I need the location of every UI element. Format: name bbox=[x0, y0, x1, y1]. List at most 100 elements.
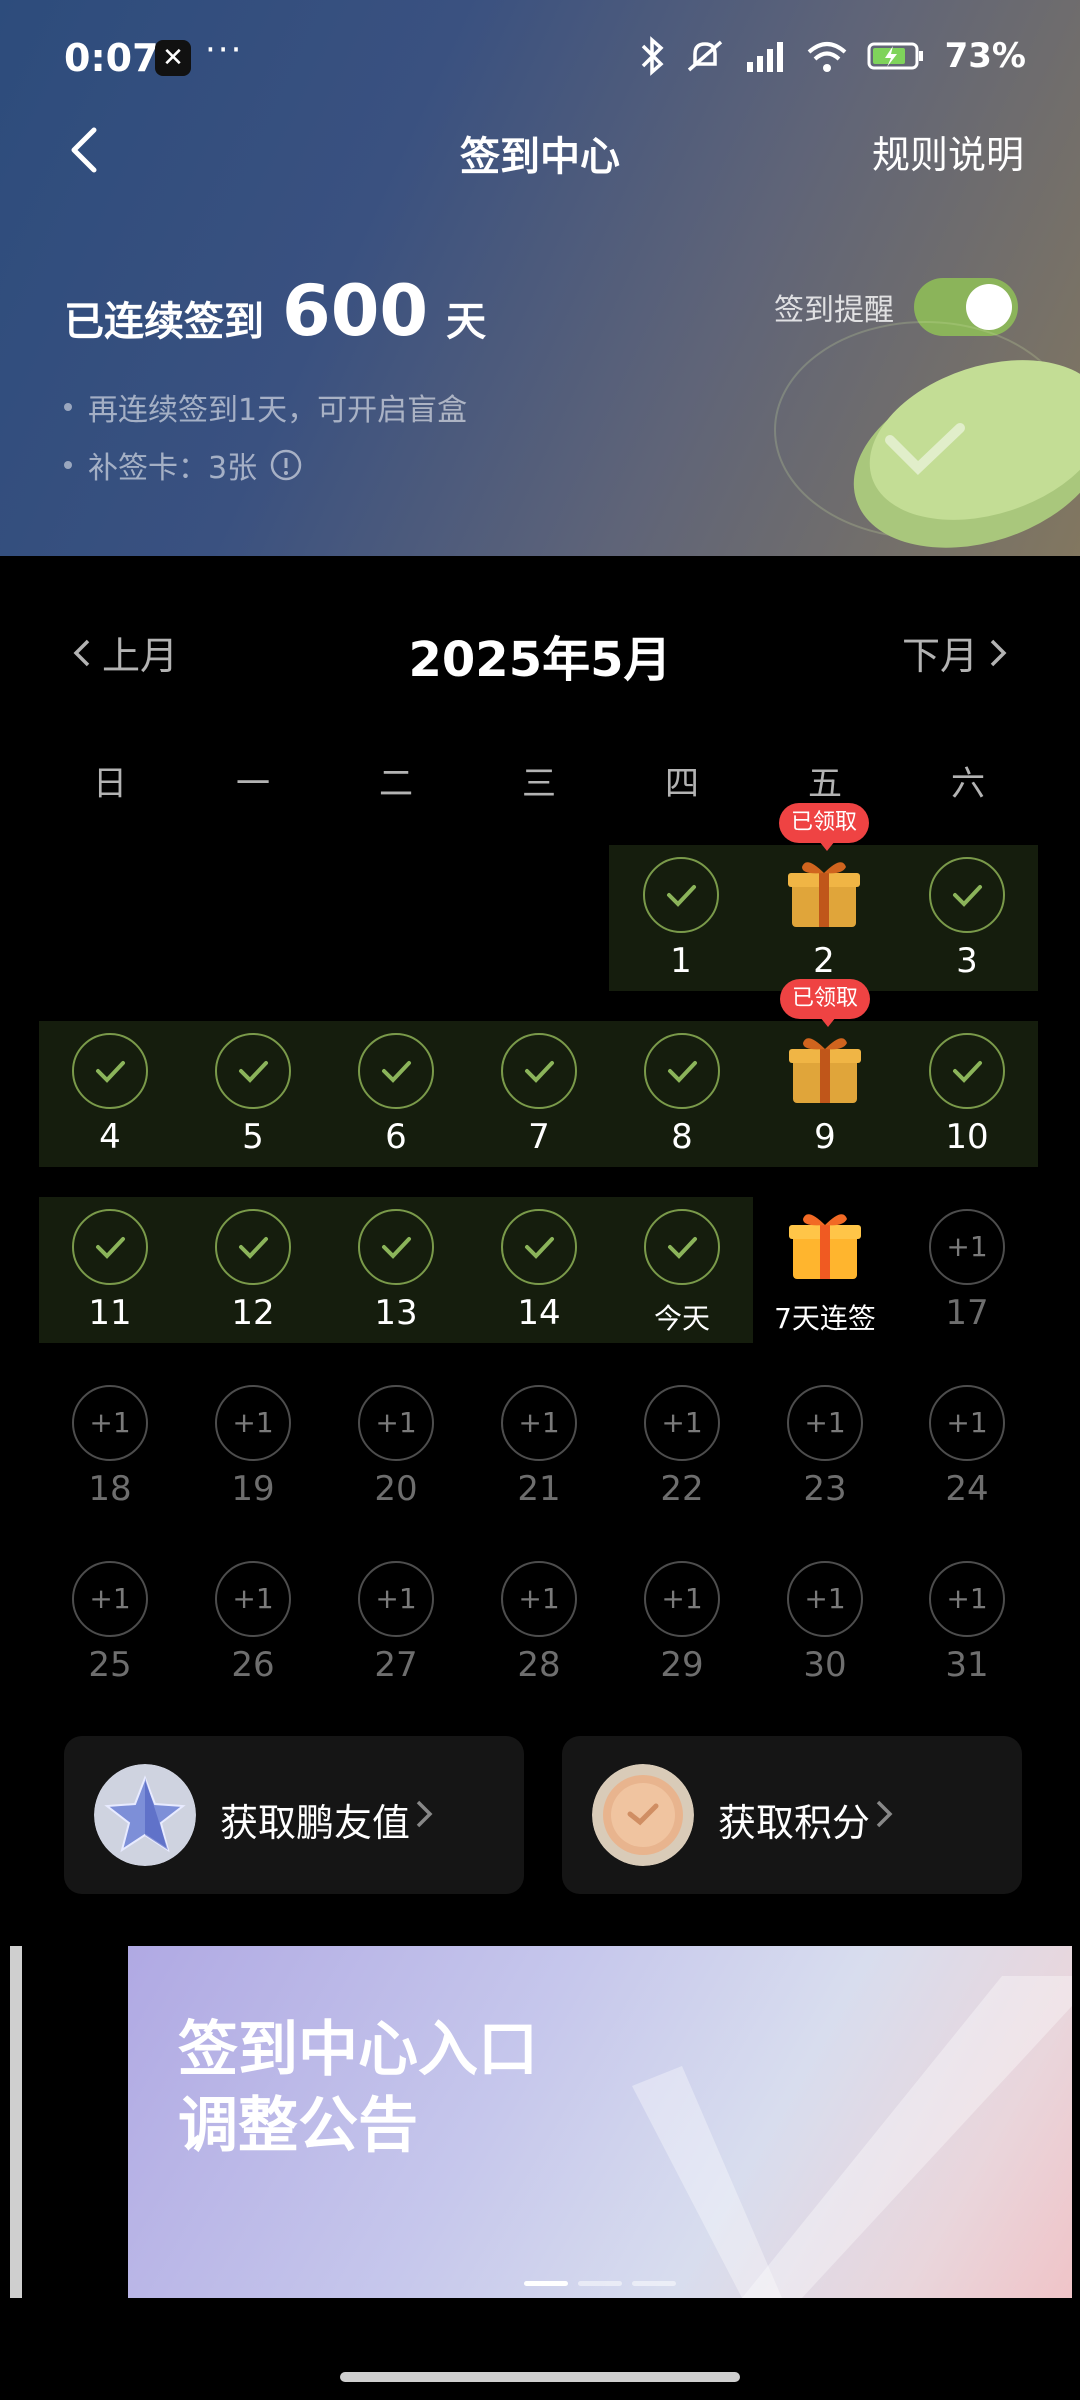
pager-dot-active bbox=[524, 2281, 568, 2286]
next-month-button[interactable]: 下月 bbox=[902, 625, 1010, 680]
streak-summary: 已连续签到 600 天 bbox=[64, 270, 486, 352]
streak-reward-label: 7天连签 bbox=[774, 1302, 876, 1335]
card-label: 获取鹏友值 bbox=[220, 1801, 411, 1845]
day-number: 13 bbox=[374, 1293, 418, 1333]
day-cell-3[interactable]: 3 bbox=[896, 845, 1038, 991]
check-icon bbox=[358, 1209, 434, 1285]
coin-icon bbox=[592, 1764, 694, 1866]
chevron-right-icon bbox=[990, 639, 1007, 666]
check-icon bbox=[644, 1033, 720, 1109]
hint-text: 补签卡：3张 bbox=[88, 451, 258, 486]
rules-link[interactable]: 规则说明 bbox=[872, 124, 1024, 179]
check-icon bbox=[215, 1209, 291, 1285]
day-cell-7[interactable]: 7 bbox=[468, 1021, 610, 1167]
next-month-label: 下月 bbox=[901, 634, 978, 678]
banner-title: 签到中心入口 调整公告 bbox=[178, 2012, 538, 2164]
check-icon bbox=[929, 857, 1005, 933]
day-number: 26 bbox=[231, 1645, 275, 1685]
check-icon bbox=[501, 1209, 577, 1285]
check-icon bbox=[929, 1033, 1005, 1109]
chevron-right-icon bbox=[876, 1800, 893, 1828]
plus-one-circle: +1 bbox=[358, 1385, 434, 1461]
status-icons: 73% bbox=[637, 36, 1026, 76]
check-icon bbox=[72, 1209, 148, 1285]
home-indicator[interactable] bbox=[340, 2372, 740, 2382]
plus-one-circle: +1 bbox=[787, 1385, 863, 1461]
day-cell-9[interactable]: 已领取 9 bbox=[754, 979, 896, 1167]
get-points-card[interactable]: 获取积分 bbox=[562, 1736, 1022, 1894]
day-number: 5 bbox=[242, 1117, 264, 1157]
day-number: 6 bbox=[385, 1117, 407, 1157]
pager-dot bbox=[578, 2281, 622, 2286]
day-number: 2 bbox=[813, 941, 835, 981]
day-cell-1[interactable]: 1 bbox=[610, 845, 752, 991]
hint-makeup-card: 补签卡：3张 bbox=[64, 443, 303, 487]
day-cell-24: +1 24 bbox=[896, 1373, 1038, 1519]
get-friend-value-card[interactable]: 获取鹏友值 bbox=[64, 1736, 524, 1894]
day-cell-16[interactable]: 7天连签 bbox=[754, 1197, 896, 1343]
bullet-dot bbox=[64, 461, 72, 469]
bluetooth-icon bbox=[641, 36, 664, 76]
checkin-coin-illustration bbox=[774, 321, 1080, 548]
card-label: 获取积分 bbox=[718, 1801, 871, 1845]
day-number: 22 bbox=[660, 1469, 704, 1509]
prev-banner-edge[interactable] bbox=[10, 1946, 22, 2298]
bullet-dot bbox=[64, 403, 72, 411]
weekday-thu: 四 bbox=[665, 764, 699, 804]
day-cell-12[interactable]: 12 bbox=[182, 1197, 324, 1343]
plus-one-circle: +1 bbox=[929, 1385, 1005, 1461]
check-icon bbox=[72, 1033, 148, 1109]
streak-prefix: 已连续签到 bbox=[64, 299, 264, 345]
plus-one-circle: +1 bbox=[358, 1561, 434, 1637]
gift-icon bbox=[788, 862, 860, 927]
day-number: 24 bbox=[945, 1469, 989, 1509]
plus-one-circle: +1 bbox=[501, 1385, 577, 1461]
day-cell-25: +1 25 bbox=[39, 1549, 181, 1695]
day-cell-2[interactable]: 已领取 2 bbox=[753, 803, 895, 991]
day-cell-5[interactable]: 5 bbox=[182, 1021, 324, 1167]
today-label: 今天 bbox=[653, 1302, 710, 1335]
day-number: 21 bbox=[517, 1469, 561, 1509]
status-bar: 0:07 ✕ ··· 73% bbox=[0, 0, 1080, 110]
day-cell-13[interactable]: 13 bbox=[325, 1197, 467, 1343]
announcement-banner[interactable]: 签到中心入口 调整公告 bbox=[128, 1946, 1072, 2298]
day-cell-17: +1 17 bbox=[896, 1197, 1038, 1343]
hint-blind-box: 再连续签到1天，可开启盲盒 bbox=[64, 385, 467, 429]
wifi-icon bbox=[807, 42, 846, 72]
plus-one-circle: +1 bbox=[644, 1561, 720, 1637]
hint-text: 再连续签到1天，可开启盲盒 bbox=[88, 393, 468, 428]
info-icon[interactable] bbox=[269, 448, 303, 482]
day-cell-14[interactable]: 14 bbox=[468, 1197, 610, 1343]
day-cell-19: +1 19 bbox=[182, 1373, 324, 1519]
day-cell-20: +1 20 bbox=[325, 1373, 467, 1519]
day-cell-today[interactable]: 今天 bbox=[611, 1197, 753, 1343]
weekday-sat: 六 bbox=[951, 764, 985, 804]
day-number: 14 bbox=[517, 1293, 561, 1333]
day-cell-11[interactable]: 11 bbox=[39, 1197, 181, 1343]
day-number: 28 bbox=[517, 1645, 561, 1685]
day-cell-28: +1 28 bbox=[468, 1549, 610, 1695]
battery-icon bbox=[867, 42, 923, 70]
weekday-tue: 二 bbox=[379, 764, 413, 804]
day-cell-4[interactable]: 4 bbox=[39, 1021, 181, 1167]
banner-pager bbox=[128, 2281, 1072, 2286]
day-cell-22: +1 22 bbox=[611, 1373, 753, 1519]
day-cell-6[interactable]: 6 bbox=[325, 1021, 467, 1167]
day-number: 12 bbox=[231, 1293, 275, 1333]
check-icon bbox=[501, 1033, 577, 1109]
day-number: 18 bbox=[88, 1469, 132, 1509]
day-cell-21: +1 21 bbox=[468, 1373, 610, 1519]
day-number: 17 bbox=[945, 1293, 989, 1333]
hero-header: 0:07 ✕ ··· 73% 签到中心 规则说明 已连续签到 600 天 签到提… bbox=[0, 0, 1080, 556]
plus-one-circle: +1 bbox=[929, 1561, 1005, 1637]
mute-icon bbox=[687, 40, 722, 72]
day-cell-10[interactable]: 10 bbox=[896, 1021, 1038, 1167]
streak-unit: 天 bbox=[446, 299, 487, 345]
banner-line-2: 调整公告 bbox=[178, 2091, 418, 2161]
day-number: 10 bbox=[945, 1117, 989, 1157]
day-cell-23: +1 23 bbox=[754, 1373, 896, 1519]
day-number: 30 bbox=[803, 1645, 847, 1685]
day-number: 11 bbox=[88, 1293, 132, 1333]
day-cell-30: +1 30 bbox=[754, 1549, 896, 1695]
day-cell-8[interactable]: 8 bbox=[611, 1021, 753, 1167]
